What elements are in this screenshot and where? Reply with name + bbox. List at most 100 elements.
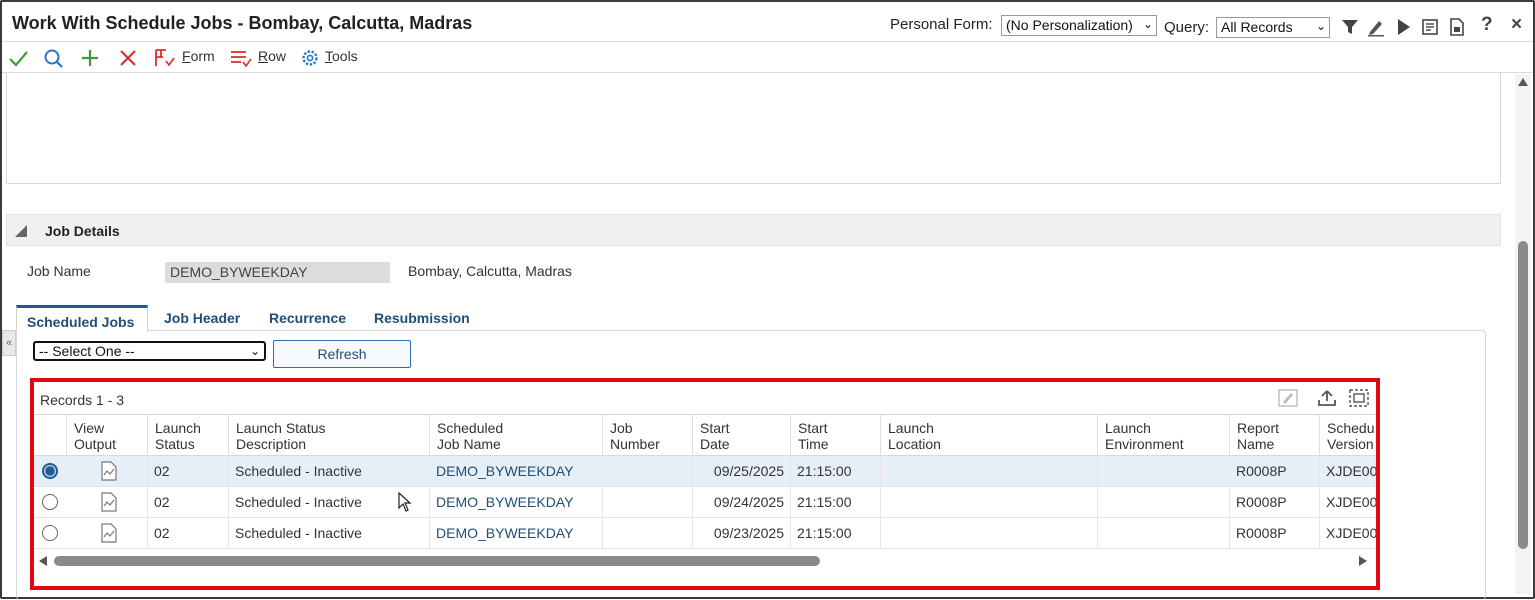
action-select[interactable]: -- Select One -- ⌄	[33, 341, 266, 361]
personal-form-label: Personal Form:	[890, 16, 993, 33]
view-output-icon[interactable]	[100, 523, 118, 543]
table-row[interactable]: 02 Scheduled - Inactive DEMO_BYWEEKDAY 0…	[34, 487, 1376, 518]
cell-launch-location	[880, 487, 1097, 518]
row-radio[interactable]	[42, 525, 58, 541]
cell-version: XJDE000	[1319, 456, 1376, 487]
side-collapse-icon[interactable]: «	[2, 330, 16, 356]
cell-version: XJDE000	[1319, 487, 1376, 518]
col-start-time[interactable]: Start Time	[790, 415, 880, 457]
cell-job-number	[602, 518, 692, 549]
upload-icon[interactable]	[1316, 388, 1338, 408]
tab-recurrence[interactable]: Recurrence	[259, 304, 356, 331]
col-launch-location[interactable]: Launch Location	[880, 415, 1097, 457]
col-report-name[interactable]: Report Name	[1229, 415, 1319, 457]
query-select[interactable]: All Records ⌄	[1216, 17, 1330, 38]
cell-job-name[interactable]: DEMO_BYWEEKDAY	[429, 518, 602, 549]
horizontal-scrollbar[interactable]	[34, 552, 1376, 570]
tools-menu[interactable]: Tools	[325, 48, 358, 64]
scroll-thumb[interactable]	[54, 556, 820, 566]
cell-start-date: 09/24/2025	[692, 487, 790, 518]
col-launch-status[interactable]: Launch Status	[147, 415, 228, 457]
grid-header: View Output Launch Status Launch Status Des…	[34, 414, 1376, 457]
row-menu[interactable]: Row	[258, 48, 286, 64]
gear-icon[interactable]	[299, 46, 321, 70]
col-view-output[interactable]: View Output	[66, 415, 148, 457]
cell-job-number	[602, 487, 692, 518]
row-icon[interactable]	[228, 46, 254, 70]
tab-resubmission[interactable]: Resubmission	[364, 304, 480, 331]
personal-form-value: (No Personalization)	[1006, 17, 1133, 33]
cell-launch-environment	[1097, 456, 1229, 487]
col-start-date[interactable]: Start Date	[692, 415, 790, 457]
table-row[interactable]: 02 Scheduled - Inactive DEMO_BYWEEKDAY 0…	[34, 518, 1376, 549]
vertical-scrollbar[interactable]	[1515, 74, 1531, 594]
cell-report-name: R0008P	[1229, 456, 1319, 487]
job-details-header[interactable]: Job Details	[6, 214, 1501, 246]
job-name-label: Job Name	[27, 263, 91, 279]
cell-launch-location	[880, 456, 1097, 487]
edit-icon[interactable]	[1366, 17, 1386, 37]
scroll-thumb[interactable]	[1518, 241, 1528, 549]
tab-job-header[interactable]: Job Header	[154, 304, 250, 331]
view-output-icon[interactable]	[100, 461, 118, 481]
job-name-field: DEMO_BYWEEKDAY	[165, 262, 390, 283]
row-radio[interactable]	[42, 494, 58, 510]
cell-launch-location	[880, 518, 1097, 549]
cell-job-number	[602, 456, 692, 487]
cell-launch-status: 02	[147, 518, 228, 549]
cell-job-name[interactable]: DEMO_BYWEEKDAY	[429, 487, 602, 518]
check-icon[interactable]	[7, 46, 29, 70]
col-scheduled-version[interactable]: Schedu Version	[1319, 415, 1376, 457]
cell-start-time: 21:15:00	[790, 456, 880, 487]
table-row[interactable]: 02 Scheduled - Inactive DEMO_BYWEEKDAY 0…	[34, 456, 1376, 487]
edit-grid-icon[interactable]	[1277, 388, 1299, 408]
cell-start-time: 21:15:00	[790, 487, 880, 518]
notes-icon[interactable]	[1420, 17, 1440, 37]
action-select-value: -- Select One --	[39, 343, 135, 359]
form-menu[interactable]: Form	[182, 48, 215, 64]
x-icon[interactable]	[117, 46, 139, 70]
scroll-up-icon[interactable]	[1518, 78, 1528, 86]
cell-launch-status: 02	[147, 456, 228, 487]
plus-icon[interactable]	[79, 46, 101, 70]
tab-scheduled-jobs[interactable]: Scheduled Jobs	[16, 305, 148, 332]
col-job-number[interactable]: Job Number	[602, 415, 692, 457]
records-count: Records 1 - 3	[40, 392, 125, 408]
scroll-right-icon[interactable]	[1359, 556, 1367, 566]
filter-icon[interactable]	[1340, 17, 1360, 37]
col-launch-environment[interactable]: Launch Environment	[1097, 415, 1229, 457]
query-label: Query:	[1164, 19, 1210, 36]
header-panel	[6, 73, 1501, 184]
personal-form-select[interactable]: (No Personalization) ⌄	[1001, 15, 1157, 36]
play-icon[interactable]	[1393, 17, 1413, 37]
cell-status-description: Scheduled - Inactive	[228, 518, 429, 549]
export-icon[interactable]	[1447, 17, 1467, 37]
row-radio[interactable]	[42, 463, 58, 479]
title-bar: Work With Schedule Jobs - Bombay, Calcut…	[2, 2, 1533, 42]
toolbar: Form Row Tools	[2, 42, 1533, 73]
cell-start-date: 09/25/2025	[692, 456, 790, 487]
cell-job-name[interactable]: DEMO_BYWEEKDAY	[429, 456, 602, 487]
query-value: All Records	[1221, 19, 1293, 35]
help-icon[interactable]: ?	[1481, 14, 1493, 36]
form-icon[interactable]	[152, 46, 178, 70]
job-details-title: Job Details	[45, 223, 120, 239]
mouse-cursor-icon	[398, 492, 412, 512]
cell-report-name: R0008P	[1229, 518, 1319, 549]
close-icon[interactable]: ×	[1511, 14, 1522, 36]
refresh-button[interactable]: Refresh	[273, 340, 411, 368]
page-title: Work With Schedule Jobs - Bombay, Calcut…	[12, 13, 473, 33]
collapse-triangle-icon[interactable]	[15, 225, 27, 237]
job-description: Bombay, Calcutta, Madras	[408, 263, 572, 279]
expand-grid-icon[interactable]	[1348, 388, 1370, 408]
chevron-down-icon: ⌄	[1142, 17, 1153, 31]
chevron-down-icon: ⌄	[1315, 19, 1326, 33]
scroll-left-icon[interactable]	[39, 556, 47, 566]
col-status-description[interactable]: Launch Status Description	[228, 415, 429, 457]
col-scheduled-job-name[interactable]: Scheduled Job Name	[429, 415, 602, 457]
cell-launch-environment	[1097, 487, 1229, 518]
cell-launch-environment	[1097, 518, 1229, 549]
search-icon[interactable]	[42, 46, 64, 70]
view-output-icon[interactable]	[100, 492, 118, 512]
chevron-down-icon: ⌄	[249, 344, 260, 358]
